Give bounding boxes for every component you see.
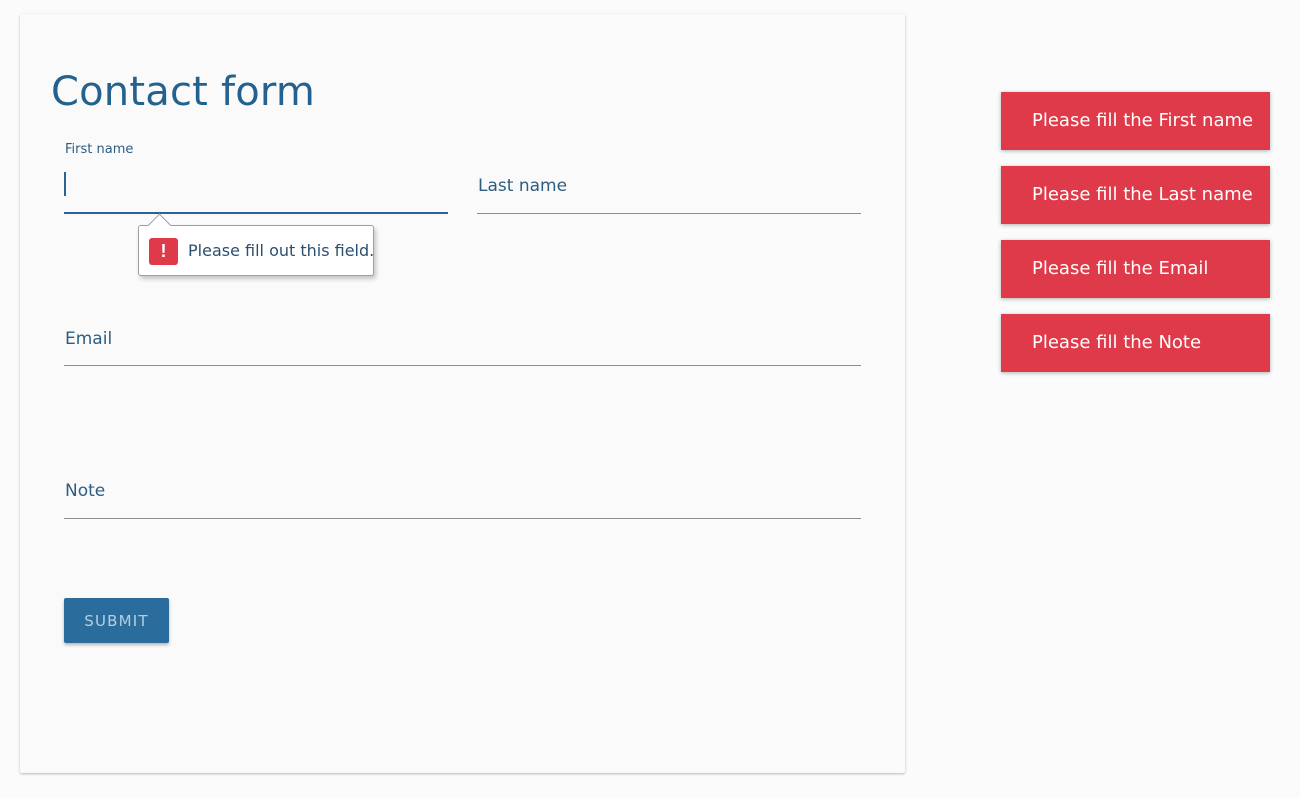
toast-email[interactable]: Please fill the Email	[1001, 240, 1270, 298]
toast-note[interactable]: Please fill the Note	[1001, 314, 1270, 372]
note-field[interactable]: Note	[64, 14, 861, 524]
note-label: Note	[65, 481, 106, 501]
submit-button[interactable]: SUBMIT	[64, 598, 169, 643]
note-underline	[64, 518, 861, 519]
contact-form-card: Contact form First name Last name ! Plea…	[20, 14, 905, 773]
toast-first-name[interactable]: Please fill the First name	[1001, 92, 1270, 150]
toast-last-name[interactable]: Please fill the Last name	[1001, 166, 1270, 224]
